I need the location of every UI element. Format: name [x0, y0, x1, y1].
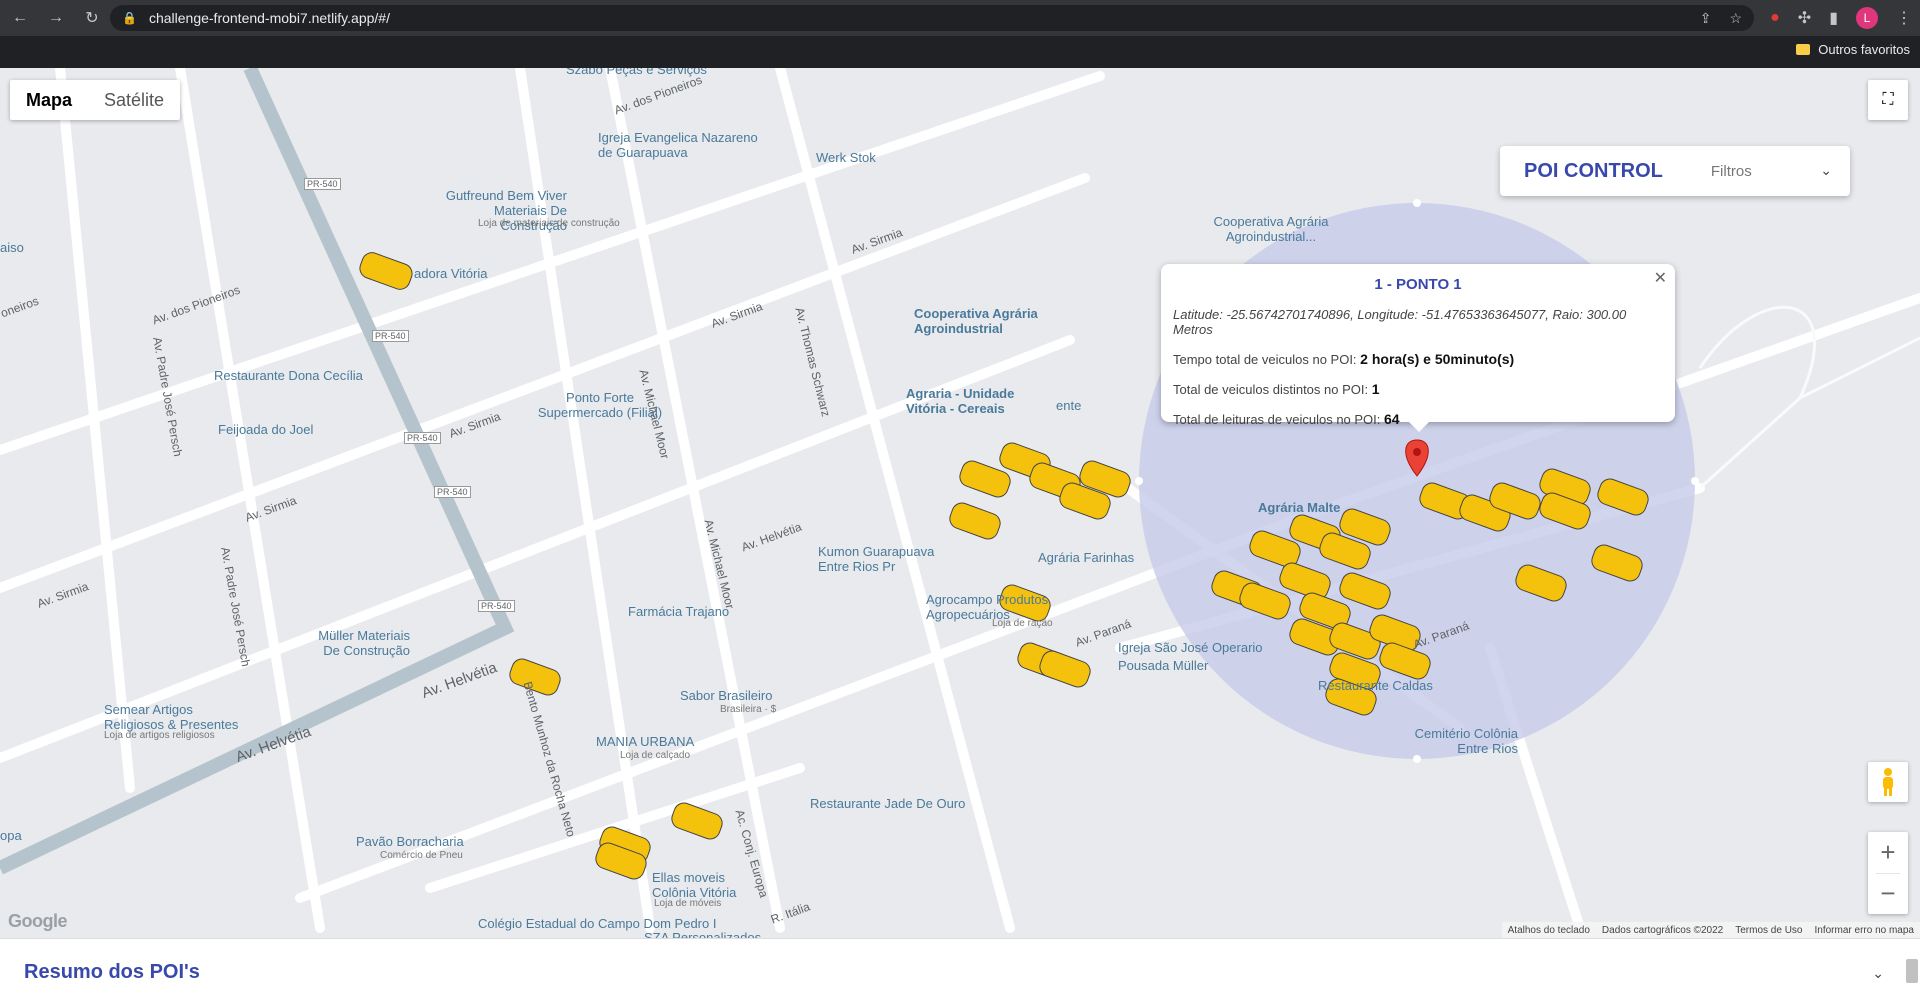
poi-title: 1 - PONTO 1 — [1374, 276, 1462, 293]
chevron-down-icon[interactable]: ⌄ — [1872, 965, 1884, 982]
poi-label[interactable]: Feijoada do Joel — [218, 422, 313, 437]
poi-reads-label: Total de leituras de veiculos no POI: — [1173, 412, 1381, 427]
poi-time-label: Tempo total de veiculos no POI: — [1173, 352, 1357, 367]
poi-label[interactable]: Restaurante Jade De Ouro — [810, 796, 965, 811]
poi-distinct-row: Total de veiculos distintos no POI: 1 — [1173, 381, 1663, 397]
avatar[interactable]: L — [1856, 7, 1878, 29]
poi-distinct-value: 1 — [1371, 381, 1380, 397]
poi-label[interactable]: Igreja Evangelica Nazareno de Guarapuava — [598, 130, 758, 160]
map-canvas[interactable]: Av. dos Pioneiros Av. dos Pioneiros Av. … — [0, 68, 1920, 938]
poi-label[interactable]: Farmácia Trajano — [628, 604, 729, 619]
poi-label[interactable]: MANIA URBANA — [596, 734, 694, 749]
poi-label[interactable]: Cooperativa Agrária Agroindustrial — [914, 306, 1054, 336]
report-error-link[interactable]: Informar erro no mapa — [1815, 925, 1915, 936]
map-type-satelite[interactable]: Satélite — [88, 80, 180, 120]
poi-reads-value: 64 — [1384, 411, 1400, 427]
forward-icon[interactable]: → — [40, 2, 72, 34]
road-label: PR-540 — [434, 486, 471, 498]
road-label: PR-540 — [372, 330, 409, 342]
poi-label[interactable]: aiso — [0, 240, 24, 255]
poi-label: Loja de materiais de construção — [478, 218, 620, 229]
poi-label[interactable]: Ponto Forte Supermercado (Filial) — [530, 390, 670, 420]
poi-label[interactable]: opa — [0, 828, 22, 843]
share-icon[interactable]: ⇪ — [1700, 10, 1712, 27]
google-logo: Google — [8, 911, 68, 931]
poi-control-title: POI CONTROL — [1524, 159, 1663, 182]
map-attribution: Atalhos do teclado Dados cartográficos ©… — [1501, 922, 1920, 938]
poi-label[interactable]: adora Vitória — [414, 266, 487, 281]
poi-label[interactable]: Szabo Peças e Serviços — [566, 68, 707, 77]
poi-coordinates: Latitude: -25.56742701740896, Longitude:… — [1173, 307, 1627, 337]
poi-label[interactable]: Pousada Müller — [1118, 658, 1208, 673]
fullscreen-icon[interactable]: ⛶ — [1868, 80, 1908, 120]
poi-label[interactable]: Cooperativa Agrária Agroindustrial... — [1196, 214, 1346, 244]
extensions-puzzle-icon[interactable]: ✣ — [1798, 8, 1811, 28]
zoom-out-icon[interactable]: − — [1868, 873, 1908, 914]
poi-info-window: ✕ 1 - PONTO 1 Latitude: -25.567427017408… — [1161, 264, 1675, 432]
chevron-down-icon[interactable]: ⌄ — [1820, 162, 1832, 179]
poi-label[interactable]: ente — [1056, 398, 1081, 413]
zoom-in-icon[interactable]: + — [1868, 832, 1908, 873]
reload-icon[interactable]: ↻ — [76, 2, 108, 34]
pegman-icon[interactable] — [1868, 762, 1908, 802]
poi-label: Loja de artigos religiosos — [104, 730, 215, 741]
address-bar[interactable]: 🔒 challenge-frontend-mobi7.netlify.app/#… — [110, 5, 1754, 31]
poi-label[interactable]: Müller Materiais De Construção — [300, 628, 410, 658]
poi-label: Loja de calçado — [620, 750, 691, 761]
summary-title[interactable]: Resumo dos POI's — [24, 961, 200, 984]
road-label: PR-540 — [304, 178, 341, 190]
poi-label[interactable]: Sabor Brasileiro — [680, 688, 773, 703]
keyboard-shortcuts-link[interactable]: Atalhos do teclado — [1508, 925, 1590, 936]
poi-reads-row: Total de leituras de veiculos no POI: 64 — [1173, 411, 1663, 427]
poi-label[interactable]: Kumon Guarapuava Entre Rios Pr — [818, 544, 948, 574]
poi-label[interactable]: SZA Personalizados — [644, 930, 761, 938]
poi-label[interactable]: Agrária Malte — [1258, 500, 1340, 515]
poi-label[interactable]: Agrária Farinhas — [1038, 550, 1134, 565]
poi-label[interactable]: Restaurante Caldas — [1318, 678, 1433, 693]
close-icon[interactable]: ✕ — [1654, 268, 1667, 288]
poi-distinct-label: Total de veiculos distintos no POI: — [1173, 382, 1369, 397]
folder-icon — [1796, 44, 1811, 55]
poi-label[interactable]: Restaurante Dona Cecília — [214, 368, 363, 383]
lock-icon: 🔒 — [122, 11, 137, 25]
menu-kebab-icon[interactable]: ⋮ — [1896, 8, 1912, 28]
map-type-control: Mapa Satélite — [10, 80, 181, 120]
filters-toggle[interactable]: Filtros — [1711, 163, 1752, 180]
browser-toolbar: ← → ↻ 🔒 challenge-frontend-mobi7.netlify… — [0, 0, 1920, 36]
road-label: PR-540 — [404, 432, 441, 444]
poi-label[interactable]: Igreja São José Operario — [1118, 640, 1263, 655]
map-data-text: Dados cartográficos ©2022 — [1601, 924, 1724, 936]
extension-red-icon[interactable]: ● — [1770, 9, 1780, 27]
road-label: PR-540 — [478, 600, 515, 612]
other-bookmarks[interactable]: Outros favoritos — [1796, 42, 1910, 57]
bookmarks-bar: Outros favoritos — [0, 36, 1920, 68]
poi-label[interactable]: Cemitério Colônia Entre Rios — [1398, 726, 1518, 756]
poi-label: Comércio de Pneu — [380, 850, 463, 861]
poi-time-row: Tempo total de veiculos no POI: 2 hora(s… — [1173, 351, 1663, 367]
poi-label[interactable]: Semear Artigos Religiosos & Presentes — [104, 702, 254, 732]
url-text: challenge-frontend-mobi7.netlify.app/#/ — [148, 10, 390, 26]
poi-label[interactable]: Ellas moveis Colônia Vitória — [652, 870, 772, 900]
poi-label[interactable]: Pavão Borracharia — [356, 834, 464, 849]
poi-label[interactable]: Agraria - Unidade Vitória - Cereais — [906, 386, 1026, 416]
poi-label: Brasileira · $ — [720, 704, 777, 715]
bookmark-star-icon[interactable]: ☆ — [1729, 10, 1742, 27]
terms-link[interactable]: Termos de Uso — [1735, 925, 1802, 936]
poi-label: Loja de ração — [992, 618, 1053, 629]
back-icon[interactable]: ← — [4, 2, 36, 34]
zoom-control: + − — [1868, 832, 1908, 914]
poi-label[interactable]: Colégio Estadual do Campo Dom Pedro I — [478, 916, 716, 931]
side-panel-icon[interactable]: ▮ — [1829, 8, 1838, 28]
poi-control-panel: POI CONTROL Filtros ⌄ — [1500, 146, 1850, 196]
poi-time-value: 2 hora(s) e 50minuto(s) — [1360, 351, 1515, 367]
poi-summary-panel: Resumo dos POI's ⌄ — [0, 938, 1920, 1006]
map-type-mapa[interactable]: Mapa — [10, 80, 88, 120]
scrollbar[interactable] — [1906, 959, 1918, 983]
poi-label: Loja de móveis — [654, 898, 722, 909]
poi-label[interactable]: Werk Stok — [816, 150, 876, 165]
